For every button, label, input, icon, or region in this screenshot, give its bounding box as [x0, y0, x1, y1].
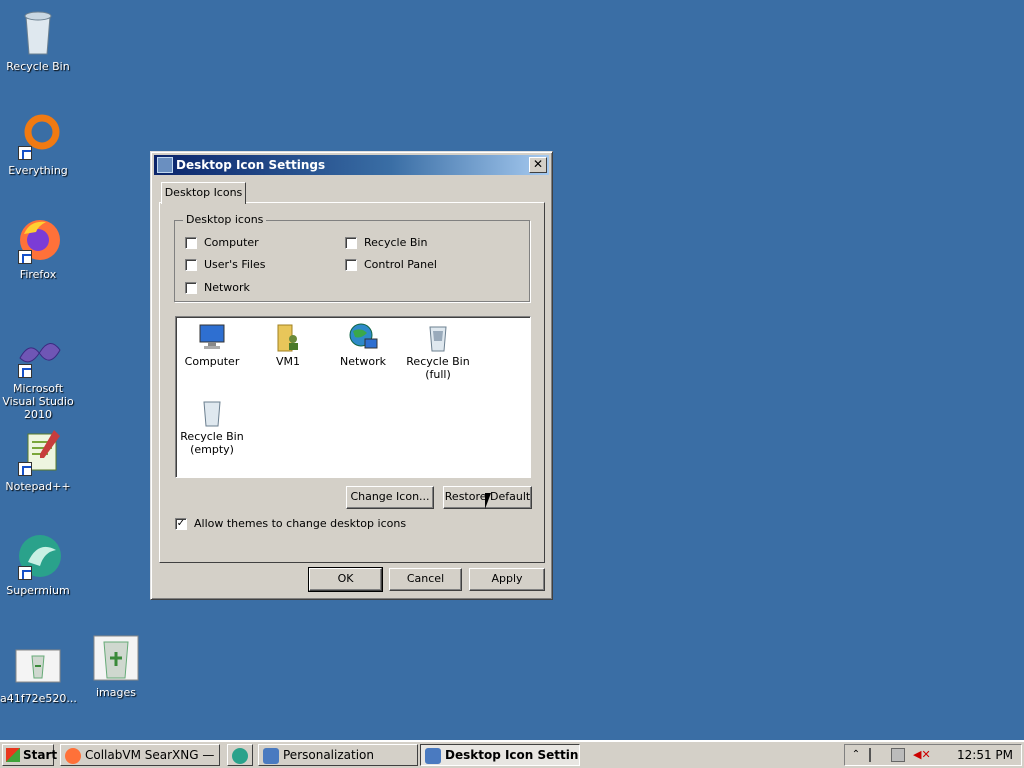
icon-list-label: Computer [184, 355, 240, 368]
network-icon [347, 321, 379, 353]
checkbox-label: Allow themes to change desktop icons [194, 517, 407, 530]
desktop-icon-everything[interactable]: Everything [0, 112, 76, 177]
checkbox-users-files[interactable]: User's Files [185, 258, 265, 271]
shortcut-arrow-icon [18, 566, 32, 580]
checkbox-label: User's Files [204, 258, 266, 271]
checkbox-label: Control Panel [364, 258, 437, 271]
system-tray: ⌃ ◀✕ 12:51 PM [844, 744, 1022, 766]
checkbox-recycle-bin[interactable]: Recycle Bin [345, 236, 427, 249]
tab-desktop-icons[interactable]: Desktop Icons [161, 182, 246, 204]
windows-logo-icon [6, 748, 20, 762]
mouse-cursor-icon [485, 493, 497, 509]
desktop-icon-supermium[interactable]: Supermium [0, 532, 76, 597]
dialog-title: Desktop Icon Settings [176, 158, 326, 172]
start-button[interactable]: Start [2, 744, 58, 766]
checkbox-box[interactable] [185, 281, 197, 294]
checkbox-box[interactable] [345, 236, 357, 249]
checkbox-computer[interactable]: Computer [185, 236, 259, 249]
desktop-icon-a41f72e520[interactable]: a41f72e520... [0, 640, 77, 705]
shortcut-arrow-icon [18, 146, 32, 160]
checkbox-label: Computer [204, 236, 259, 249]
desktop-icon-label: Firefox [19, 268, 57, 281]
icon-list-item-recycle-bin-full[interactable]: Recycle Bin (full) [402, 321, 474, 381]
desktop-icon-label: Everything [8, 164, 68, 177]
desktop-icon-images[interactable]: images [78, 634, 154, 699]
shortcut-arrow-icon [18, 250, 32, 264]
taskbar-item-desktop-icon-settings[interactable]: Desktop Icon Settings [420, 744, 580, 766]
taskbar: Start CollabVM SearXNG — ... Personaliza… [0, 740, 1024, 768]
taskbar-item-label: CollabVM SearXNG — ... [85, 748, 220, 762]
checkbox-network[interactable]: Network [185, 281, 250, 294]
shortcut-arrow-icon [18, 462, 32, 476]
desktop-icon-label: Supermium [6, 584, 70, 597]
taskbar-item-collabvm-searxng[interactable]: CollabVM SearXNG — ... [60, 744, 220, 766]
clock[interactable]: 12:51 PM [957, 745, 1013, 765]
icon-list-item-recycle-bin-empty[interactable]: Recycle Bin (empty) [176, 396, 248, 456]
desktop-icon-label: Microsoft Visual Studio 2010 [2, 382, 74, 421]
desktop-icon-label: images [96, 686, 136, 699]
change-icon-button[interactable]: Change Icon... [346, 486, 434, 509]
recycle-bin-full-icon [422, 321, 454, 353]
group-label: Desktop icons [183, 213, 267, 226]
checkbox-box[interactable] [185, 236, 197, 249]
taskbar-item-personalization[interactable]: Personalization [258, 744, 418, 766]
checkbox-label: Network [204, 281, 250, 294]
firefox-icon [14, 216, 62, 264]
desktop-icon-firefox[interactable]: Firefox [0, 216, 76, 281]
computer-icon [196, 321, 228, 353]
checkbox-label: Recycle Bin [364, 236, 428, 249]
checkbox-allow-themes[interactable]: ✓ Allow themes to change desktop icons [175, 517, 406, 530]
recycle-bin-empty-icon [196, 396, 228, 428]
visual-studio-icon [14, 330, 62, 378]
flag-icon[interactable] [869, 748, 883, 762]
volume-muted-icon[interactable]: ◀✕ [913, 748, 931, 762]
personalization-icon [263, 748, 279, 764]
apply-button[interactable]: Apply [469, 568, 545, 591]
desktop-icon-label: Notepad++ [5, 480, 71, 493]
close-button[interactable]: ✕ [529, 157, 547, 173]
desktop-icons-group: Desktop icons Computer Recycle Bin User'… [174, 213, 530, 302]
desktop-icon-recycle-bin[interactable]: Recycle Bin [0, 8, 76, 73]
checkbox-box[interactable]: ✓ [175, 517, 187, 530]
icon-list-label: Network [340, 355, 386, 368]
firefox-icon [65, 748, 81, 764]
icon-list-item-computer[interactable]: Computer [176, 321, 248, 368]
network-icon[interactable] [891, 748, 905, 762]
checkbox-control-panel[interactable]: Control Panel [345, 258, 437, 271]
supermium-icon [14, 532, 62, 580]
checkbox-box[interactable] [345, 258, 357, 271]
shortcut-arrow-icon [18, 364, 32, 378]
display-settings-icon [157, 157, 173, 173]
quick-launch-supermium[interactable] [227, 744, 253, 766]
recycle-bin-icon [14, 8, 62, 56]
taskbar-item-label: Personalization [283, 748, 374, 762]
cancel-button[interactable]: Cancel [389, 568, 462, 591]
display-settings-icon [425, 748, 441, 764]
ok-button[interactable]: OK [308, 567, 383, 592]
dialog-titlebar[interactable]: Desktop Icon Settings ✕ [154, 155, 549, 175]
icon-list-label: Recycle Bin (full) [406, 355, 470, 381]
checkbox-box[interactable] [185, 258, 197, 271]
chevron-up-icon[interactable]: ⌃ [849, 748, 863, 762]
desktop-icon-label: a41f72e520... [0, 692, 77, 705]
start-label: Start [23, 748, 58, 762]
desktop-icon-visual-studio[interactable]: Microsoft Visual Studio 2010 [0, 330, 76, 421]
notepad-plus-plus-icon [14, 428, 62, 476]
desktop-icon-settings-dialog: Desktop Icon Settings ✕ Desktop Icons De… [150, 151, 553, 600]
everything-icon [14, 112, 62, 160]
taskbar-item-label: Desktop Icon Settings [445, 748, 580, 762]
icon-list-label: Recycle Bin (empty) [180, 430, 244, 456]
desktop-icon-notepad-plus-plus[interactable]: Notepad++ [0, 428, 76, 493]
icon-list-label: VM1 [275, 355, 300, 368]
recycle-image-icon [92, 634, 140, 682]
recycle-image-icon [14, 640, 62, 688]
icon-list-item-network[interactable]: Network [327, 321, 399, 368]
icon-list-item-vm1[interactable]: VM1 [252, 321, 324, 368]
icon-list[interactable]: Computer VM1 Network Recycle Bin (full) [175, 316, 531, 478]
supermium-icon [232, 748, 248, 764]
desktop-icon-label: Recycle Bin [6, 60, 70, 73]
user-folder-icon [272, 321, 304, 353]
